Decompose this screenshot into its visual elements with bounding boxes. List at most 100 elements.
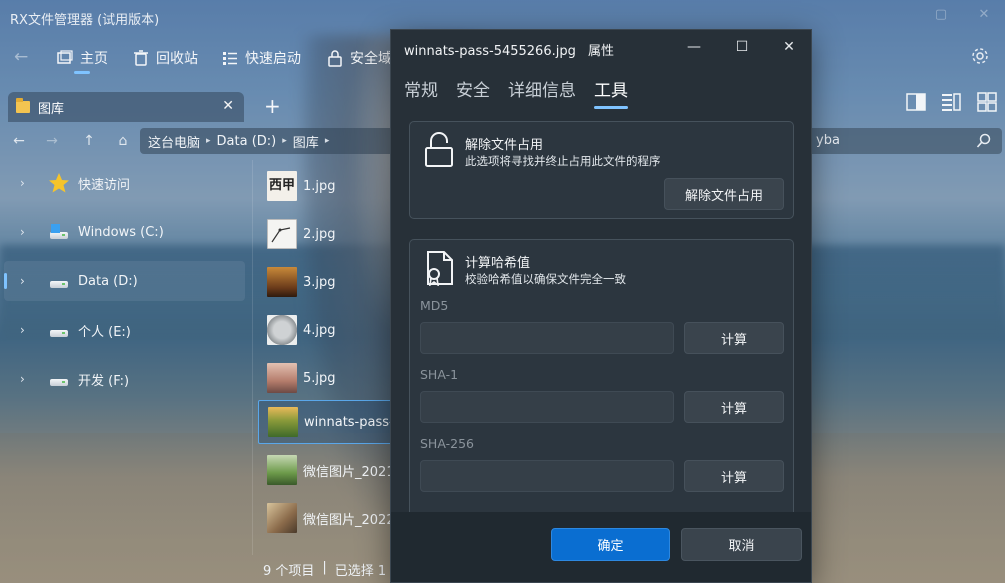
chevron-right-icon[interactable]: › xyxy=(20,323,30,337)
sha256-label: SHA-256 xyxy=(420,436,474,451)
title-bar: RX文件管理器 (试用版本) ▢ ✕ xyxy=(0,0,1005,32)
properties-dialog: winnats-pass-5455266.jpg 属性 — ☐ ✕ 常规 安全 … xyxy=(390,29,812,583)
tab-gallery[interactable]: 图库 ✕ xyxy=(8,92,244,122)
sha1-field[interactable] xyxy=(420,391,674,423)
home-icon xyxy=(57,50,73,64)
settings-gear-icon[interactable] xyxy=(970,46,990,66)
list-item[interactable]: 3.jpg xyxy=(258,260,398,304)
unlock-description: 此选项将寻找并终止占用此文件的程序 xyxy=(465,154,661,168)
folder-icon xyxy=(16,98,30,113)
dialog-filename: winnats-pass-5455266.jpg xyxy=(404,44,576,59)
file-name: winnats-pass-5 xyxy=(304,414,397,430)
sidebar-item-data-d[interactable]: › Data (D:) xyxy=(4,261,245,301)
maximize-icon[interactable]: ☐ xyxy=(734,39,750,55)
maximize-icon[interactable]: ▢ xyxy=(934,8,948,22)
file-name: 2.jpg xyxy=(303,226,336,242)
ok-button[interactable]: 确定 xyxy=(551,528,670,561)
nav-up-icon[interactable]: ↑ xyxy=(76,129,102,153)
list-icon xyxy=(223,52,237,65)
breadcrumb[interactable]: 这台电脑 ▸ Data (D:) ▸ 图库 ▸ xyxy=(140,128,400,154)
cancel-button[interactable]: 取消 xyxy=(681,528,802,561)
toolbar-security-domain-button[interactable]: 安全域 xyxy=(326,47,392,69)
file-name: 微信图片_2022 xyxy=(303,512,395,528)
crumb-gallery[interactable]: 图库 xyxy=(293,132,319,151)
chevron-right-icon[interactable]: › xyxy=(20,225,30,239)
details-pane-icon[interactable] xyxy=(941,92,961,112)
tab-close-icon[interactable]: ✕ xyxy=(222,98,234,114)
dialog-title-suffix: 属性 xyxy=(588,44,615,59)
sidebar-item-label: 快速访问 xyxy=(78,177,131,193)
tab-gallery-label: 图库 xyxy=(38,101,65,117)
list-item[interactable]: 微信图片_2022 xyxy=(258,496,398,540)
crumb-this-pc[interactable]: 这台电脑 xyxy=(148,132,200,151)
unlock-file-button[interactable]: 解除文件占用 xyxy=(664,178,784,210)
trash-icon xyxy=(134,50,148,66)
md5-calculate-button[interactable]: 计算 xyxy=(684,322,784,354)
list-item[interactable]: 2.jpg xyxy=(258,212,398,256)
sidebar-item-label: Data (D:) xyxy=(78,273,138,289)
toolbar-quick-launch-button[interactable]: 快速启动 xyxy=(221,47,301,69)
md5-field[interactable] xyxy=(420,322,674,354)
chevron-right-icon[interactable]: › xyxy=(20,372,30,386)
lock-icon xyxy=(328,50,342,67)
toolbar-recycle-bin-button[interactable]: 回收站 xyxy=(132,47,198,69)
drive-icon xyxy=(48,369,70,389)
sidebar: › 快速访问 › Windows (C:) › Data (D:) › 个人 (… xyxy=(0,160,250,560)
certificate-document-icon xyxy=(427,251,453,286)
list-item-selected[interactable]: winnats-pass-5 xyxy=(258,400,398,444)
close-icon[interactable]: ✕ xyxy=(977,8,991,22)
close-icon[interactable]: ✕ xyxy=(781,39,797,55)
list-item[interactable]: 5.jpg xyxy=(258,356,398,400)
dialog-title: winnats-pass-5455266.jpg 属性 xyxy=(404,40,614,59)
crumb-separator-icon: ▸ xyxy=(282,136,287,146)
split-view-icon[interactable] xyxy=(906,92,926,112)
toolbar-quick-launch-label: 快速启动 xyxy=(245,51,301,67)
tab-details[interactable]: 详细信息 xyxy=(508,76,576,101)
sidebar-item-personal-e[interactable]: › 个人 (E:) xyxy=(4,310,245,350)
file-name: 3.jpg xyxy=(303,274,336,290)
nav-home-icon[interactable]: ⌂ xyxy=(110,129,136,153)
sha1-calculate-button[interactable]: 计算 xyxy=(684,391,784,423)
search-input[interactable]: yba xyxy=(780,128,1002,154)
unlock-file-card: 解除文件占用 此选项将寻找并终止占用此文件的程序 解除文件占用 xyxy=(409,121,794,219)
grid-view-icon[interactable] xyxy=(977,92,997,112)
nav-forward-icon[interactable]: → xyxy=(39,129,65,153)
hash-title: 计算哈希值 xyxy=(465,256,531,271)
sidebar-item-label: 个人 (E:) xyxy=(78,324,131,340)
sidebar-item-windows-c[interactable]: › Windows (C:) xyxy=(4,212,245,252)
crumb-separator-icon: ▸ xyxy=(206,136,211,146)
list-item[interactable]: 4.jpg xyxy=(258,308,398,352)
image-thumbnail xyxy=(268,407,298,437)
list-item[interactable]: 微信图片_2021 xyxy=(258,448,398,492)
sha256-calculate-button[interactable]: 计算 xyxy=(684,460,784,492)
drive-icon xyxy=(48,320,70,340)
image-thumbnail xyxy=(267,219,297,249)
pane-divider[interactable] xyxy=(252,160,253,555)
new-tab-plus-icon[interactable]: + xyxy=(264,94,281,118)
tab-general[interactable]: 常规 xyxy=(404,76,438,101)
list-item[interactable]: 西甲 1.jpg xyxy=(258,164,398,208)
hash-description: 校验哈希值以确保文件完全一致 xyxy=(465,272,626,286)
app-title: RX文件管理器 (试用版本) xyxy=(10,13,160,28)
chevron-right-icon[interactable]: › xyxy=(20,176,30,190)
minimize-icon[interactable]: — xyxy=(686,39,702,55)
sha1-label: SHA-1 xyxy=(420,367,459,382)
dialog-tabs: 常规 安全 详细信息 工具 xyxy=(404,76,628,109)
search-icon[interactable] xyxy=(976,133,992,149)
nav-back-icon[interactable]: ← xyxy=(6,129,32,153)
crumb-separator-icon: ▸ xyxy=(324,136,330,146)
sidebar-item-quick-access[interactable]: › 快速访问 xyxy=(4,163,245,203)
chevron-right-icon[interactable]: › xyxy=(20,274,30,288)
sidebar-item-label: 开发 (F:) xyxy=(78,373,130,389)
status-separator: | xyxy=(322,560,327,575)
toolbar-home-button[interactable]: 主页 xyxy=(56,47,108,69)
tab-security[interactable]: 安全 xyxy=(456,76,490,101)
unlock-title: 解除文件占用 xyxy=(465,138,544,153)
back-arrow-icon[interactable]: ← xyxy=(14,47,28,67)
unlock-padlock-icon xyxy=(425,132,453,167)
sidebar-item-dev-f[interactable]: › 开发 (F:) xyxy=(4,359,245,399)
sha256-field[interactable] xyxy=(420,460,674,492)
crumb-data-d[interactable]: Data (D:) xyxy=(217,134,277,149)
file-list: 西甲 1.jpg 2.jpg 3.jpg 4.jpg 5.jpg winnats… xyxy=(258,164,398,544)
tab-tools[interactable]: 工具 xyxy=(594,76,628,109)
